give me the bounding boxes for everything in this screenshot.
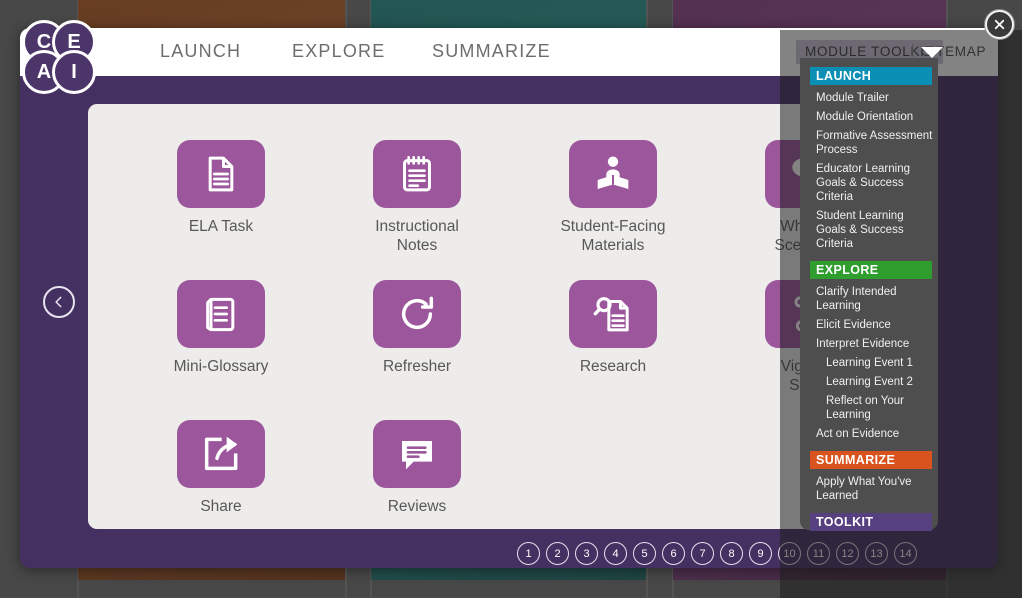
toolkit-tile[interactable]: Mini-Glossary xyxy=(136,274,306,414)
nav-item-launch[interactable]: LAUNCH xyxy=(160,41,241,62)
pagination-dot[interactable]: 1 xyxy=(517,542,540,565)
sitemap-item[interactable]: Clarify Intended Learning xyxy=(800,284,938,314)
sitemap-item[interactable]: Interpret Evidence xyxy=(800,336,938,352)
sitemap-section-header-summarize[interactable]: SUMMARIZE xyxy=(810,451,932,469)
toolkit-tile-label: Student-FacingMaterials xyxy=(528,217,698,255)
toolkit-tile-label: Share xyxy=(136,497,306,516)
toolkit-tile-label: Mini-Glossary xyxy=(136,357,306,376)
person-reading-icon xyxy=(569,140,657,208)
notepad-icon xyxy=(373,140,461,208)
toolkit-tile-label: Research xyxy=(528,357,698,376)
sitemap-item[interactable]: Module Trailer xyxy=(800,90,938,106)
chevron-left-icon xyxy=(52,295,66,309)
sitemap-caret-icon xyxy=(921,47,943,58)
sitemap-section-header-explore[interactable]: EXPLORE xyxy=(810,261,932,279)
previous-button[interactable] xyxy=(43,286,75,318)
toolkit-tile-label: InstructionalNotes xyxy=(332,217,502,255)
sitemap-item[interactable]: Reflect on Your Learning xyxy=(800,393,938,423)
pagination-dot[interactable]: 3 xyxy=(575,542,598,565)
sitemap-item[interactable]: Learning Event 1 xyxy=(800,355,938,371)
comment-icon xyxy=(373,420,461,488)
sitemap-item[interactable]: Learning Event 2 xyxy=(800,374,938,390)
toolkit-tile-label: Reviews xyxy=(332,497,502,516)
sitemap-item[interactable]: Student Learning Goals & Success Criteri… xyxy=(800,208,938,252)
nav-item-summarize[interactable]: SUMMARIZE xyxy=(432,41,551,62)
pagination-dot[interactable]: 7 xyxy=(691,542,714,565)
sitemap-item[interactable]: Elicit Evidence xyxy=(800,317,938,333)
toolkit-tile-label: ELA Task xyxy=(136,217,306,236)
nav-item-explore[interactable]: EXPLORE xyxy=(292,41,385,62)
toolkit-tile[interactable]: Student-FacingMaterials xyxy=(528,134,698,274)
share-icon xyxy=(177,420,265,488)
pagination-dot[interactable]: 6 xyxy=(662,542,685,565)
toolkit-tile-label: Refresher xyxy=(332,357,502,376)
sitemap-item[interactable]: Apply What You've Learned xyxy=(800,474,938,504)
toolkit-tile[interactable]: InstructionalNotes xyxy=(332,134,502,274)
sitemap-item[interactable]: Educator Learning Goals & Success Criter… xyxy=(800,161,938,205)
pagination-dot[interactable]: 5 xyxy=(633,542,656,565)
pagination-dot[interactable]: 4 xyxy=(604,542,627,565)
pagination-dot[interactable]: 9 xyxy=(749,542,772,565)
toolkit-tile[interactable]: Research xyxy=(528,274,698,414)
book-icon xyxy=(177,280,265,348)
document-icon xyxy=(177,140,265,208)
sitemap-item[interactable]: Module Orientation xyxy=(800,109,938,125)
sitemap-section-header-toolkit[interactable]: TOOLKIT xyxy=(810,513,932,531)
toolkit-tile[interactable]: ELA Task xyxy=(136,134,306,274)
pagination-dot[interactable]: 2 xyxy=(546,542,569,565)
sitemap-item[interactable]: Formative Assessment Process xyxy=(800,128,938,158)
refresh-icon xyxy=(373,280,461,348)
close-icon xyxy=(993,18,1006,31)
close-button[interactable] xyxy=(985,10,1014,39)
toolkit-tile[interactable]: Refresher xyxy=(332,274,502,414)
document-search-icon xyxy=(569,280,657,348)
logo-letter-i: I xyxy=(52,50,96,94)
sitemap-section-header-launch[interactable]: LAUNCH xyxy=(810,67,932,85)
sitemap-item[interactable]: Act on Evidence xyxy=(800,426,938,442)
pagination-dot[interactable]: 8 xyxy=(720,542,743,565)
ceai-logo[interactable]: C E A I xyxy=(22,20,106,104)
toolkit-tile[interactable]: Share xyxy=(136,414,306,554)
toolkit-tile[interactable]: Reviews xyxy=(332,414,502,554)
sitemap-dropdown: LAUNCH Module Trailer Module Orientation Fo… xyxy=(800,58,938,530)
